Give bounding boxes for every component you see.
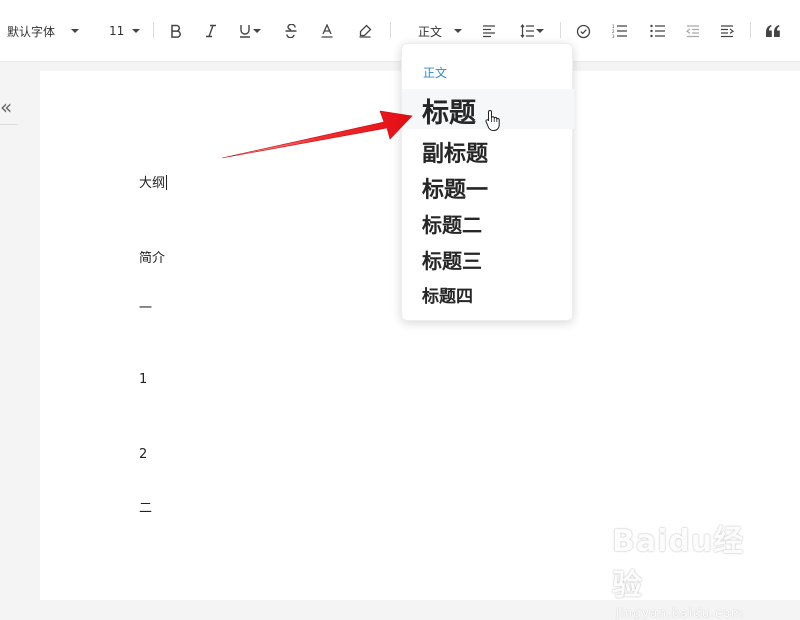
font-size-select[interactable]: 11 [109, 18, 141, 44]
sidebar-divider [0, 124, 18, 125]
watermark-logo: Baidu经验 [612, 524, 745, 603]
text-cursor [166, 175, 168, 190]
toolbar-divider [390, 22, 391, 38]
watermark-url: jingyan.baidu.com [616, 606, 744, 620]
chevron-down-icon [71, 29, 80, 33]
svg-text:3: 3 [612, 34, 615, 38]
hand-cursor-icon [485, 109, 500, 131]
outdent-icon[interactable] [684, 22, 702, 40]
italic-icon[interactable] [202, 22, 220, 40]
paragraph-style-select[interactable]: 正文 [418, 18, 463, 44]
dropdown-option-heading-4[interactable]: 标题四 [422, 282, 473, 307]
chevron-down-icon [454, 29, 463, 33]
font-family-label: 默认字体 [7, 24, 56, 39]
ordered-list-icon[interactable]: 123 [610, 22, 628, 40]
line-spacing-icon[interactable] [518, 22, 536, 40]
chevron-down-icon [132, 29, 141, 33]
document-paragraph[interactable]: 一 [139, 297, 152, 316]
underline-icon[interactable] [236, 22, 254, 40]
document-paragraph[interactable]: 大纲 [139, 172, 168, 191]
paragraph-style-dropdown: 正文 标题 副标题 标题一 标题二 标题三 标题四 [401, 43, 574, 321]
chevron-down-icon[interactable] [536, 29, 544, 33]
document-paragraph[interactable]: 1 [139, 372, 147, 387]
paragraph-style-label: 正文 [418, 24, 443, 39]
bold-icon[interactable] [167, 22, 185, 40]
baidu-watermark: Baidu经验 jingyan.baidu.com [612, 516, 762, 620]
dropdown-option-heading-3[interactable]: 标题三 [422, 245, 482, 274]
document-paragraph[interactable]: 二 [139, 497, 152, 516]
dropdown-option-heading-2[interactable]: 标题二 [422, 209, 482, 238]
bullet-list-icon[interactable] [648, 22, 666, 40]
toolbar-divider [153, 22, 154, 38]
font-size-label: 11 [109, 24, 125, 38]
strikethrough-icon[interactable] [282, 22, 300, 40]
align-left-icon[interactable] [480, 22, 498, 40]
dropdown-option-body[interactable]: 正文 [423, 64, 447, 81]
dropdown-option-heading-1[interactable]: 标题一 [422, 172, 488, 204]
document-paragraph[interactable]: 2 [139, 447, 147, 462]
indent-icon[interactable] [718, 22, 736, 40]
dropdown-option-title[interactable]: 标题 [422, 91, 476, 130]
task-list-icon[interactable] [574, 22, 592, 40]
toolbar-divider [560, 22, 561, 38]
highlight-icon[interactable] [356, 22, 374, 40]
font-color-icon[interactable] [318, 22, 336, 40]
dropdown-option-subtitle[interactable]: 副标题 [422, 136, 488, 168]
toolbar: 默认字体 11 正文 123 [0, 0, 800, 62]
quote-icon[interactable] [764, 22, 782, 40]
collapse-sidebar-icon[interactable]: « [0, 96, 16, 120]
toolbar-divider [750, 22, 751, 38]
document-paragraph[interactable]: 简介 [139, 247, 165, 266]
font-family-select[interactable]: 默认字体 [7, 18, 80, 44]
chevron-down-icon[interactable] [253, 29, 261, 33]
